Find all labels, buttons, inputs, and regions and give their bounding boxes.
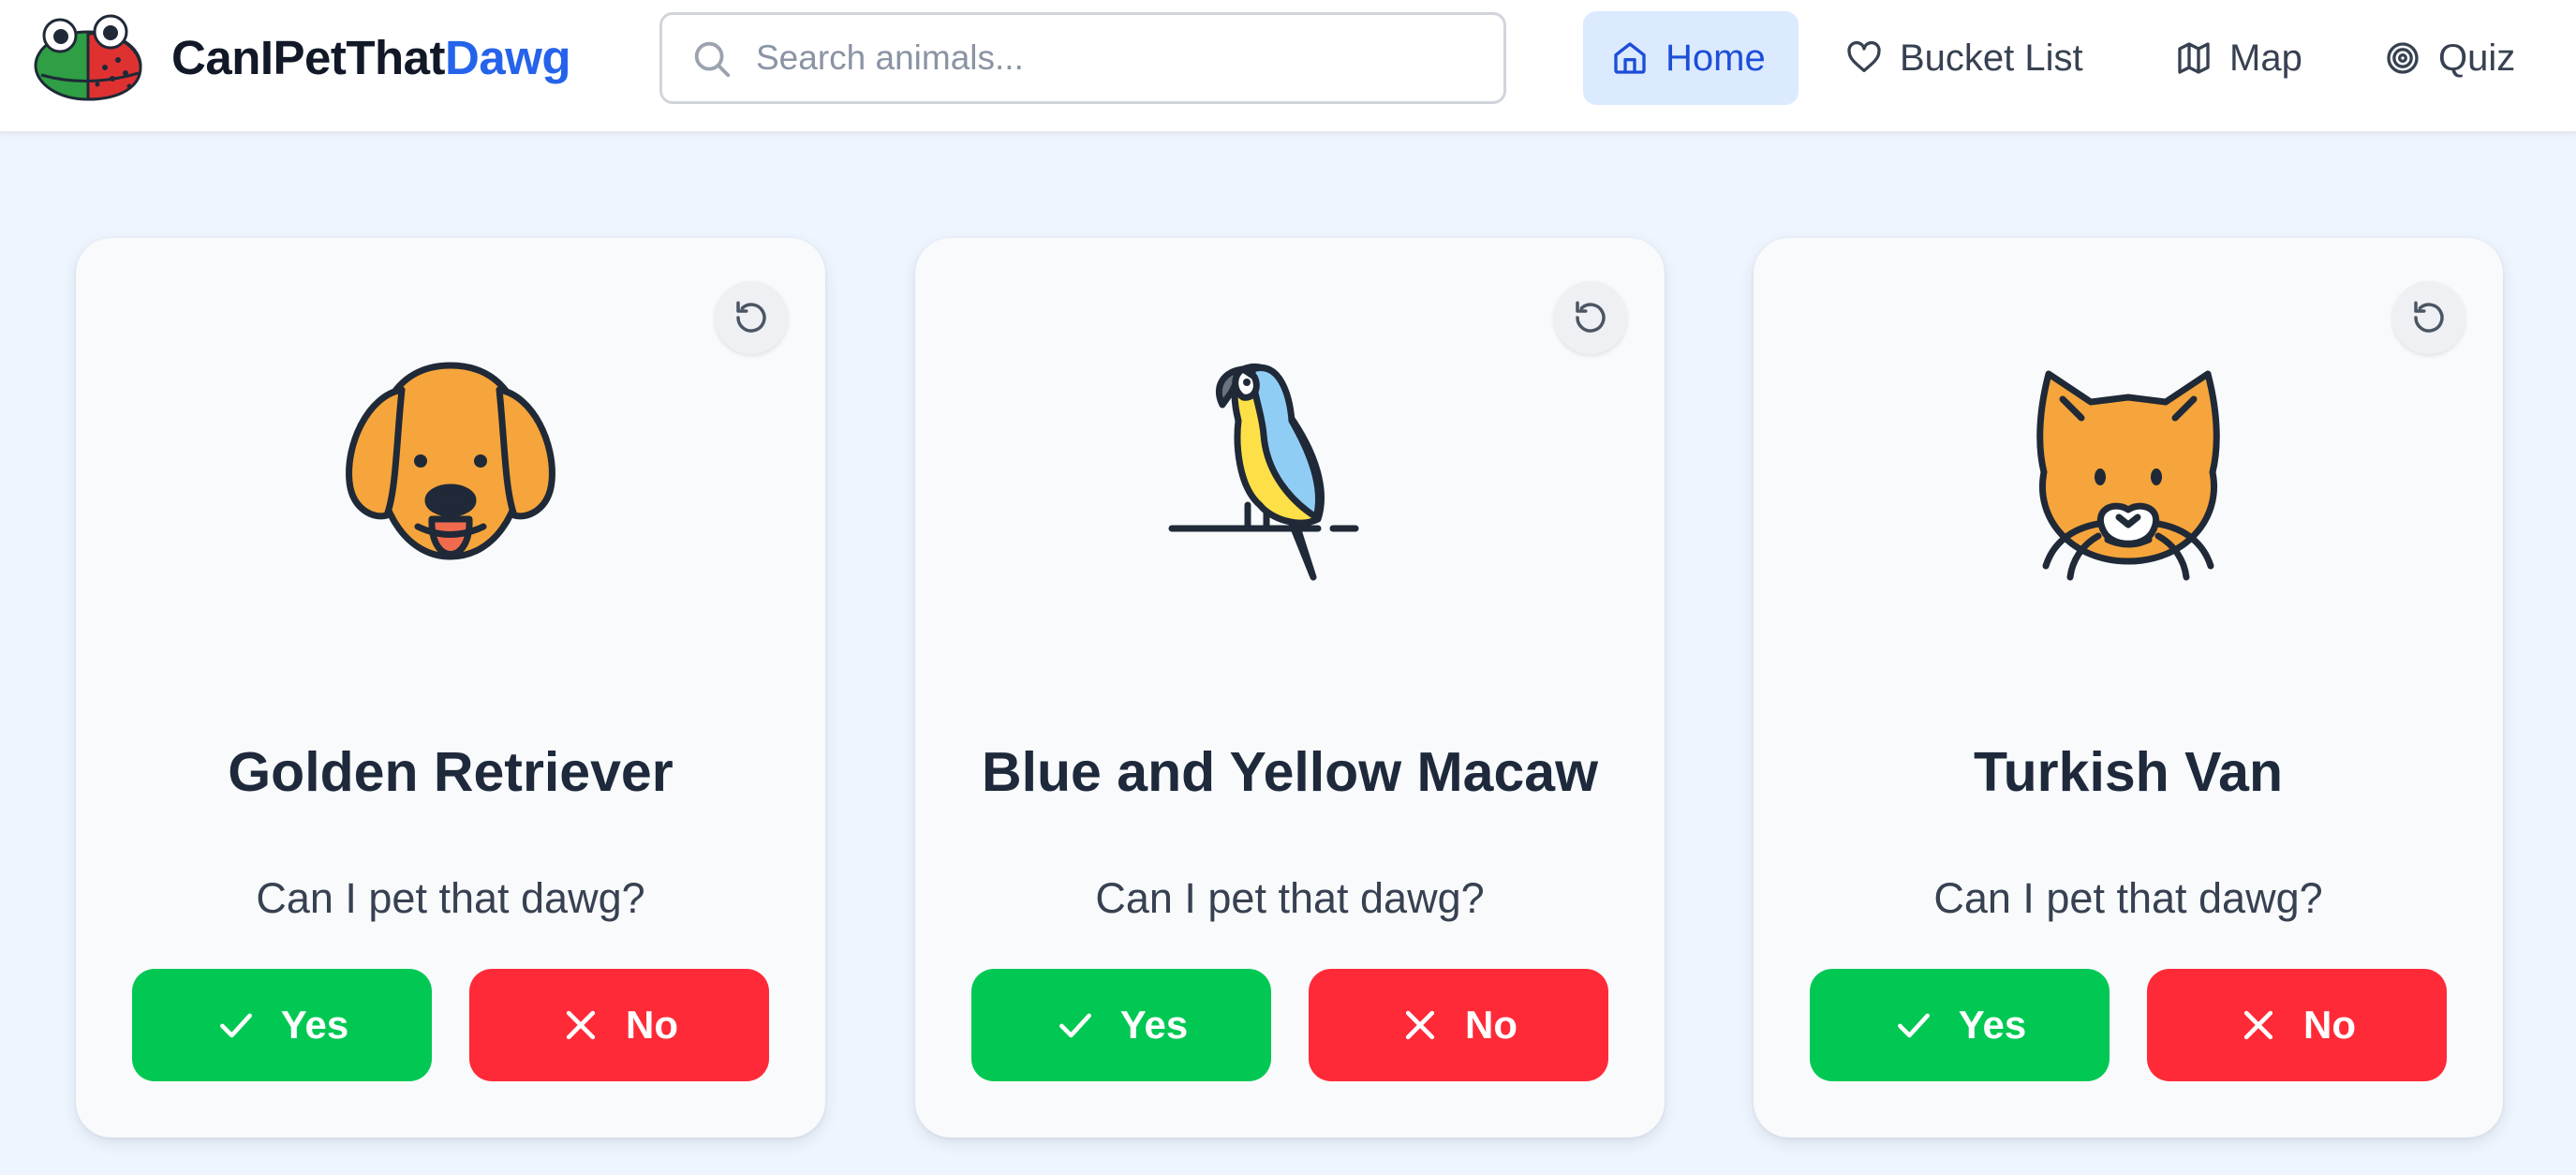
yes-button-label: Yes <box>1958 1003 2027 1047</box>
reset-button[interactable] <box>1554 281 1627 354</box>
nav-home-label: Home <box>1666 37 1766 79</box>
x-icon <box>1405 1010 1435 1040</box>
home-icon <box>1614 42 1646 74</box>
search-input[interactable] <box>756 30 1468 86</box>
app-header: CanIPetThatDawg Home Bucket List Map Qui… <box>0 0 2576 133</box>
animal-name: Golden Retriever <box>228 741 674 803</box>
yes-button-label: Yes <box>1119 1003 1189 1047</box>
check-icon <box>1059 1013 1091 1038</box>
nav-map-label: Map <box>2229 37 2302 79</box>
nav-bucket-list-label: Bucket List <box>1900 37 2083 79</box>
animal-card: Golden Retriever Can I pet that dawg? Ye… <box>76 238 825 1138</box>
animal-card: Turkish Van Can I pet that dawg? Yes No <box>1754 238 2503 1138</box>
reset-button[interactable] <box>715 281 788 354</box>
frog-logo-icon[interactable] <box>32 13 144 103</box>
target-icon <box>2387 42 2419 74</box>
check-icon <box>219 1013 252 1038</box>
animal-card: Blue and Yellow Macaw Can I pet that daw… <box>915 238 1665 1138</box>
rotate-ccw-icon <box>1576 301 1606 333</box>
x-icon <box>566 1010 596 1040</box>
brand-name-part1: CanIPetThat <box>171 31 446 84</box>
reset-button[interactable] <box>2392 281 2465 354</box>
no-button-label: No <box>1465 1003 1517 1047</box>
yes-button[interactable]: Yes <box>1810 969 2110 1081</box>
x-icon <box>2243 1010 2273 1040</box>
nav-map[interactable]: Map <box>2147 11 2331 105</box>
animal-name: Blue and Yellow Macaw <box>982 741 1598 803</box>
nav-home[interactable]: Home <box>1583 11 1799 105</box>
pet-question: Can I pet that dawg? <box>1933 874 2323 922</box>
rotate-ccw-icon <box>736 301 766 333</box>
yes-button[interactable]: Yes <box>132 969 432 1081</box>
no-button[interactable]: No <box>1309 969 1608 1081</box>
search-bar[interactable] <box>659 12 1506 104</box>
cat-icon <box>2036 370 2220 581</box>
rotate-ccw-icon <box>2414 301 2444 333</box>
map-icon <box>2178 42 2210 74</box>
no-button-label: No <box>2303 1003 2356 1047</box>
heart-icon <box>1847 40 1881 73</box>
brand-name-part2: Dawg <box>445 31 571 84</box>
pet-question: Can I pet that dawg? <box>1095 874 1485 922</box>
nav-bucket-list[interactable]: Bucket List <box>1817 11 2111 105</box>
nav-quiz-label: Quiz <box>2438 37 2516 79</box>
brand-name[interactable]: CanIPetThatDawg <box>171 28 571 88</box>
no-button[interactable]: No <box>469 969 769 1081</box>
search-icon <box>694 41 731 78</box>
yes-button[interactable]: Yes <box>971 969 1271 1081</box>
dog-icon <box>346 362 555 560</box>
animal-name: Turkish Van <box>1973 741 2284 803</box>
check-icon <box>1897 1013 1930 1038</box>
yes-button-label: Yes <box>280 1003 349 1047</box>
pet-question: Can I pet that dawg? <box>256 874 645 922</box>
nav-quiz[interactable]: Quiz <box>2356 11 2543 105</box>
no-button-label: No <box>626 1003 678 1047</box>
parrot-icon <box>1168 364 1359 581</box>
no-button[interactable]: No <box>2147 969 2447 1081</box>
